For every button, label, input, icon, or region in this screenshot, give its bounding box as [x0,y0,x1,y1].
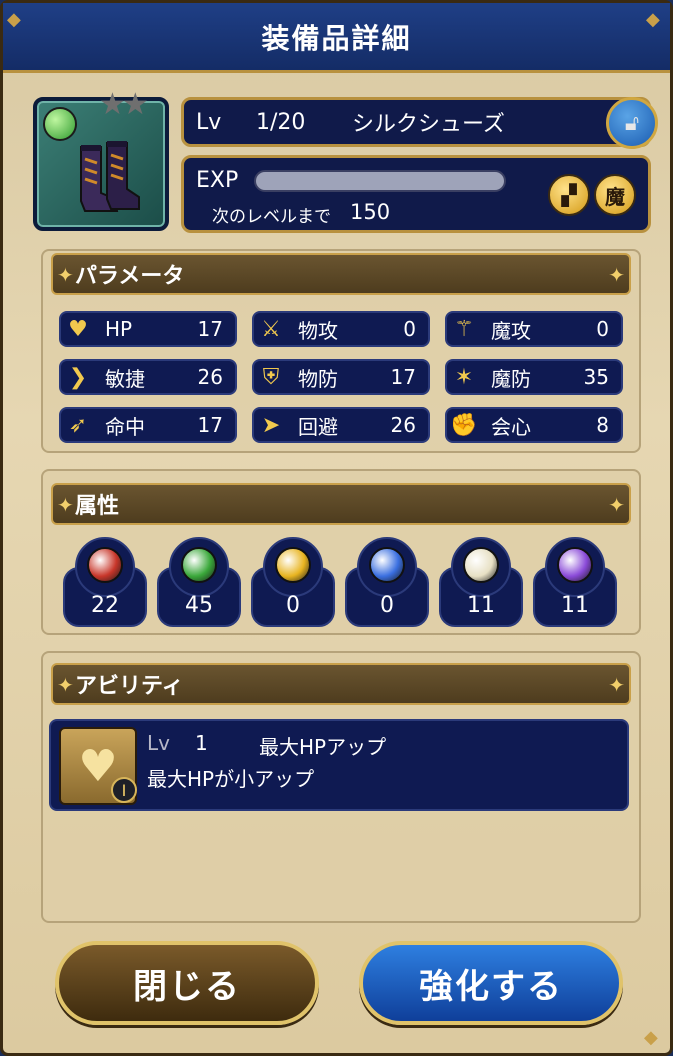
equipment-detail-window: 装備品詳細 ★★ Lv 1/20 シルクシューズ 🔓︎ EXP 次のレベルまで … [0,0,673,1056]
close-button-label: 閉じる [133,966,241,1007]
staff-icon: ⚚ [454,316,474,342]
window-title: 装備品詳細 [3,3,670,73]
attribute-value: 22 [91,593,119,618]
enhance-button-label: 強化する [419,966,563,1007]
param-heart: ♥ HP 17 [59,311,237,347]
attributes-header: ✦ 属性 ✦ [51,483,631,525]
shield-icon: ⛨ [262,364,280,390]
attribute-light: 11 [439,537,523,627]
item-level-bar: Lv 1/20 シルクシューズ [181,97,651,147]
param-staff: ⚚ 魔攻 0 [445,311,623,347]
param-bow: ➶ 命中 17 [59,407,237,443]
param-label: 物防 [298,366,338,391]
light-orb-icon [463,547,499,583]
ability-row[interactable]: ♥ I Lv 1 最大HPアップ 最大HPが小アップ [49,719,629,811]
attribute-fire: 22 [63,537,147,627]
param-label: 敏捷 [105,366,145,391]
rank-i-icon: I [111,777,137,803]
ability-header: ✦ アビリティ ✦ [51,663,631,705]
param-shield: ⛨ 物防 17 [252,359,430,395]
param-value: 17 [390,365,416,389]
param-dodge: ➤ 回避 26 [252,407,430,443]
ice-orb-icon [369,547,405,583]
param-label: 回避 [298,414,338,439]
lock-button[interactable]: 🔓︎ [606,97,658,149]
fist-icon: ✊ [450,412,478,438]
lightning-orb-icon [275,547,311,583]
item-name: シルクシューズ [352,112,505,137]
param-label: HP [105,317,133,341]
padlock-icon: 🔓︎ [624,110,640,136]
exp-label: EXP [196,168,239,193]
magic-type-badge: 魔 [594,174,636,216]
ability-title: アビリティ [75,674,184,699]
param-value: 17 [197,413,223,437]
param-wing-boot: ❯ 敏捷 26 [59,359,237,395]
fire-orb-icon [87,547,123,583]
exp-progress-bar [254,170,506,192]
param-label: 物攻 [298,318,338,343]
attribute-value: 45 [185,593,213,618]
bow-icon: ➶ [68,412,88,438]
dark-orb-icon [557,547,593,583]
attributes-title: 属性 [75,494,120,519]
ability-name: 最大HPアップ [259,735,387,759]
corner-ornament-icon: ◆ [644,1027,658,1048]
param-magic-guard: ✶ 魔防 35 [445,359,623,395]
attribute-ice: 0 [345,537,429,627]
ornament-icon: ✦ [57,673,74,697]
next-level-label: 次のレベルまで [212,207,331,227]
armor-type-badge-icon: ▞ [548,174,590,216]
param-value: 35 [583,365,609,389]
heart-icon: ♥ [68,316,88,342]
param-label: 魔防 [491,366,531,391]
enhance-button[interactable]: 強化する [359,941,623,1025]
ornament-icon: ✦ [57,493,74,517]
attribute-wind: 45 [157,537,241,627]
ability-description: 最大HPが小アップ [147,767,315,791]
param-sword: ⚔ 物攻 0 [252,311,430,347]
boots-icon [80,141,140,212]
level-label: Lv [196,109,222,135]
ornament-icon: ✦ [608,673,625,697]
dodge-icon: ➤ [261,412,281,438]
wind-element-icon [43,107,77,141]
param-value: 26 [390,413,416,437]
ability-level-label: Lv [147,731,170,755]
magic-badge-label: 魔 [605,184,625,209]
attribute-lightning: 0 [251,537,335,627]
ornament-icon: ✦ [57,263,74,287]
param-value: 0 [403,317,416,341]
parameters-title: パラメータ [75,264,185,289]
param-label: 魔攻 [491,318,531,343]
param-value: 0 [596,317,609,341]
ornament-icon: ✦ [608,493,625,517]
param-fist: ✊ 会心 8 [445,407,623,443]
close-button[interactable]: 閉じる [55,941,319,1025]
corner-ornament-icon: ◆ [646,9,660,30]
ornament-icon: ✦ [608,263,625,287]
attribute-dark: 11 [533,537,617,627]
attribute-value: 11 [467,593,495,618]
parameters-header: ✦ パラメータ ✦ [51,253,631,295]
exp-panel: EXP 次のレベルまで 150 ▞ 魔 [181,155,651,233]
rarity-stars-icon: ★★ [99,87,149,122]
ability-level: 1 [195,731,208,755]
param-value: 8 [596,413,609,437]
param-value: 26 [197,365,223,389]
corner-ornament-icon: ◆ [7,9,21,30]
magic-guard-icon: ✶ [454,364,474,390]
sword-icon: ⚔ [261,316,281,342]
level-value: 1/20 [256,109,306,135]
param-label: 命中 [105,414,145,439]
next-level-value: 150 [350,200,391,224]
attribute-value: 11 [561,593,589,618]
wind-orb-icon [181,547,217,583]
attribute-value: 0 [286,593,300,618]
attribute-value: 0 [380,593,394,618]
wing-boot-icon: ❯ [68,364,88,390]
param-label: 会心 [491,414,531,439]
param-value: 17 [197,317,223,341]
